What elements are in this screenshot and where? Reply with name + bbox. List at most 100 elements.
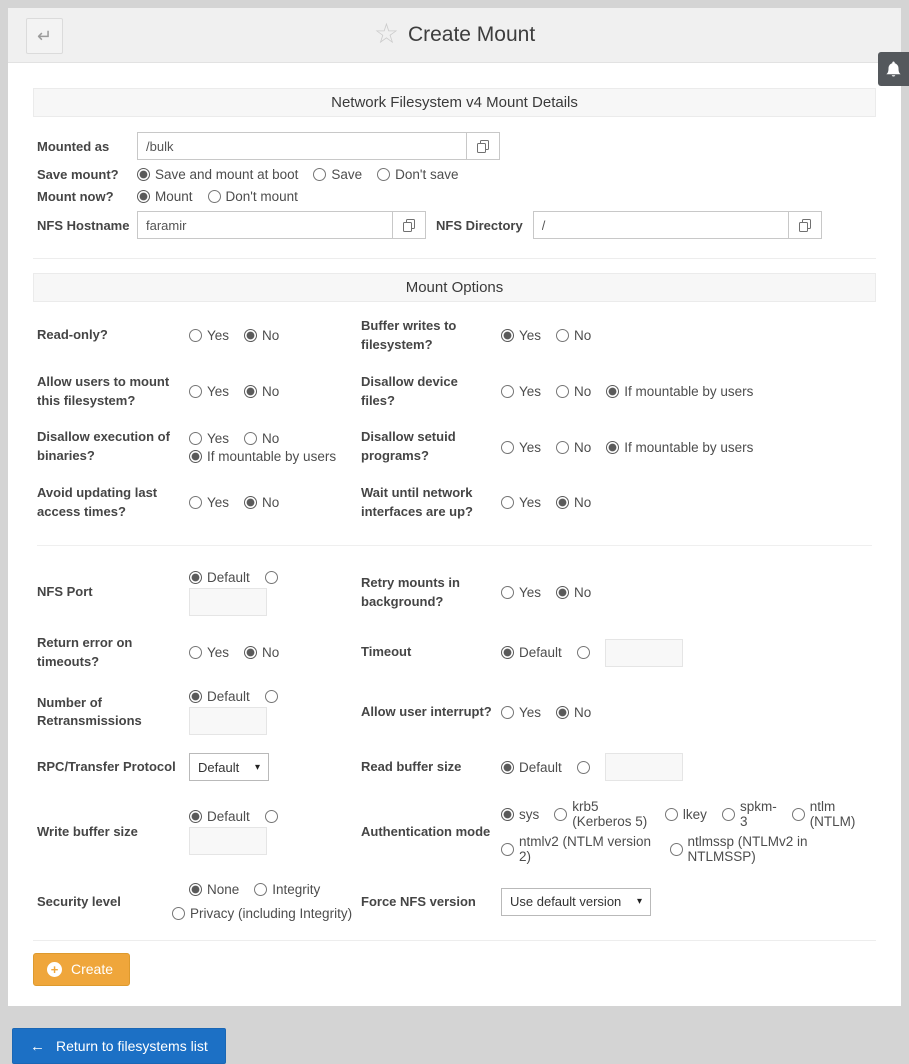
security-integrity-option[interactable]: Integrity	[254, 882, 320, 897]
buffer-writes-no-radio[interactable]	[556, 329, 569, 342]
save-mount-save-radio[interactable]	[313, 168, 326, 181]
save-mount-dont-save-radio[interactable]	[377, 168, 390, 181]
auth-mode-ntlm-radio[interactable]	[792, 808, 805, 821]
allow-interrupt-yes-radio[interactable]	[501, 706, 514, 719]
save-mount-boot-option[interactable]: Save and mount at boot	[137, 167, 298, 182]
allow-interrupt-no-option[interactable]: No	[556, 705, 591, 720]
wait-network-yes-radio[interactable]	[501, 496, 514, 509]
timeout-other-radio[interactable]	[577, 646, 590, 659]
mount-now-mount-radio[interactable]	[137, 190, 150, 203]
nfs-port-other-radio[interactable]	[265, 571, 278, 584]
buffer-writes-no-option[interactable]: No	[556, 328, 591, 343]
disallow-setuid-no-radio[interactable]	[556, 441, 569, 454]
allow-interrupt-no-radio[interactable]	[556, 706, 569, 719]
auth-mode-ntmlv2-radio[interactable]	[501, 843, 514, 856]
nfs-port-default-option[interactable]: Default	[189, 570, 250, 585]
return-error-no-radio[interactable]	[244, 646, 257, 659]
return-error-yes-option[interactable]: Yes	[189, 645, 229, 660]
wait-network-no-option[interactable]: No	[556, 495, 591, 510]
disallow-setuid-mountable-option[interactable]: If mountable by users	[606, 440, 753, 455]
return-to-filesystems-button[interactable]: ← Return to filesystems list	[12, 1028, 226, 1064]
mounted-as-chooser-button[interactable]	[466, 132, 500, 160]
auth-mode-ntlmssp-radio[interactable]	[670, 843, 683, 856]
retry-bg-no-option[interactable]: No	[556, 585, 591, 600]
read-only-no-radio[interactable]	[244, 329, 257, 342]
retry-bg-no-radio[interactable]	[556, 586, 569, 599]
avoid-atime-no-option[interactable]: No	[244, 495, 279, 510]
avoid-atime-yes-radio[interactable]	[189, 496, 202, 509]
force-version-select[interactable]: Use default version ▾	[501, 888, 651, 916]
allow-interrupt-yes-option[interactable]: Yes	[501, 705, 541, 720]
allow-users-yes-option[interactable]: Yes	[189, 384, 229, 399]
auth-mode-ntlm-option[interactable]: ntlm (NTLM)	[792, 799, 864, 829]
auth-mode-spkm3-option[interactable]: spkm-3	[722, 799, 777, 829]
return-error-no-option[interactable]: No	[244, 645, 279, 660]
write-buffer-default-option[interactable]: Default	[189, 809, 250, 824]
disallow-exec-no-option[interactable]: No	[244, 431, 279, 446]
write-buffer-other-radio[interactable]	[265, 810, 278, 823]
nfs-hostname-input[interactable]	[137, 211, 393, 239]
avoid-atime-yes-option[interactable]: Yes	[189, 495, 229, 510]
mount-now-dont-mount-option[interactable]: Don't mount	[208, 189, 298, 204]
avoid-atime-no-radio[interactable]	[244, 496, 257, 509]
read-only-yes-option[interactable]: Yes	[189, 328, 229, 343]
allow-users-yes-radio[interactable]	[189, 385, 202, 398]
security-integrity-radio[interactable]	[254, 883, 267, 896]
mount-now-dont-mount-radio[interactable]	[208, 190, 221, 203]
buffer-writes-yes-radio[interactable]	[501, 329, 514, 342]
retransmissions-default-option[interactable]: Default	[189, 689, 250, 704]
disallow-device-yes-radio[interactable]	[501, 385, 514, 398]
disallow-exec-mountable-option[interactable]: If mountable by users	[189, 449, 336, 464]
disallow-setuid-mountable-radio[interactable]	[606, 441, 619, 454]
allow-users-no-option[interactable]: No	[244, 384, 279, 399]
buffer-writes-yes-option[interactable]: Yes	[501, 328, 541, 343]
security-none-radio[interactable]	[189, 883, 202, 896]
allow-users-no-radio[interactable]	[244, 385, 257, 398]
read-only-yes-radio[interactable]	[189, 329, 202, 342]
back-button[interactable]: ↵	[26, 18, 63, 54]
security-privacy-radio[interactable]	[172, 907, 185, 920]
disallow-exec-yes-radio[interactable]	[189, 432, 202, 445]
retry-bg-yes-option[interactable]: Yes	[501, 585, 541, 600]
wait-network-no-radio[interactable]	[556, 496, 569, 509]
mount-now-mount-option[interactable]: Mount	[137, 189, 193, 204]
disallow-exec-no-radio[interactable]	[244, 432, 257, 445]
auth-mode-ntlmssp-option[interactable]: ntlmssp (NTLMv2 in NTLMSSP)	[670, 834, 864, 864]
save-mount-save-option[interactable]: Save	[313, 167, 362, 182]
disallow-exec-yes-option[interactable]: Yes	[189, 431, 229, 446]
auth-mode-krb5-option[interactable]: krb5 (Kerberos 5)	[554, 799, 650, 829]
nfs-hostname-chooser-button[interactable]	[392, 211, 426, 239]
auth-mode-sys-option[interactable]: sys	[501, 807, 539, 822]
disallow-device-mountable-option[interactable]: If mountable by users	[606, 384, 753, 399]
disallow-exec-mountable-radio[interactable]	[189, 450, 202, 463]
nfs-directory-input[interactable]	[533, 211, 789, 239]
write-buffer-default-radio[interactable]	[189, 810, 202, 823]
timeout-default-option[interactable]: Default	[501, 645, 562, 660]
auth-mode-lkey-radio[interactable]	[665, 808, 678, 821]
wait-network-yes-option[interactable]: Yes	[501, 495, 541, 510]
create-button[interactable]: + Create	[33, 953, 130, 986]
nfs-directory-chooser-button[interactable]	[788, 211, 822, 239]
retransmissions-other-radio[interactable]	[265, 690, 278, 703]
notifications-tab[interactable]	[878, 52, 909, 86]
auth-mode-sys-radio[interactable]	[501, 808, 514, 821]
save-mount-dont-save-option[interactable]: Don't save	[377, 167, 458, 182]
disallow-device-mountable-radio[interactable]	[606, 385, 619, 398]
mounted-as-input[interactable]	[137, 132, 467, 160]
security-none-option[interactable]: None	[189, 882, 239, 897]
timeout-default-radio[interactable]	[501, 646, 514, 659]
disallow-setuid-no-option[interactable]: No	[556, 440, 591, 455]
disallow-device-no-option[interactable]: No	[556, 384, 591, 399]
retransmissions-default-radio[interactable]	[189, 690, 202, 703]
disallow-setuid-yes-radio[interactable]	[501, 441, 514, 454]
read-buffer-other-radio[interactable]	[577, 761, 590, 774]
security-privacy-option[interactable]: Privacy (including Integrity)	[172, 906, 352, 921]
read-only-no-option[interactable]: No	[244, 328, 279, 343]
return-error-yes-radio[interactable]	[189, 646, 202, 659]
favorite-star-icon[interactable]: ☆	[374, 20, 399, 48]
save-mount-boot-radio[interactable]	[137, 168, 150, 181]
disallow-device-yes-option[interactable]: Yes	[501, 384, 541, 399]
auth-mode-lkey-option[interactable]: lkey	[665, 807, 707, 822]
disallow-setuid-yes-option[interactable]: Yes	[501, 440, 541, 455]
rpc-protocol-select[interactable]: Default ▾	[189, 753, 269, 781]
